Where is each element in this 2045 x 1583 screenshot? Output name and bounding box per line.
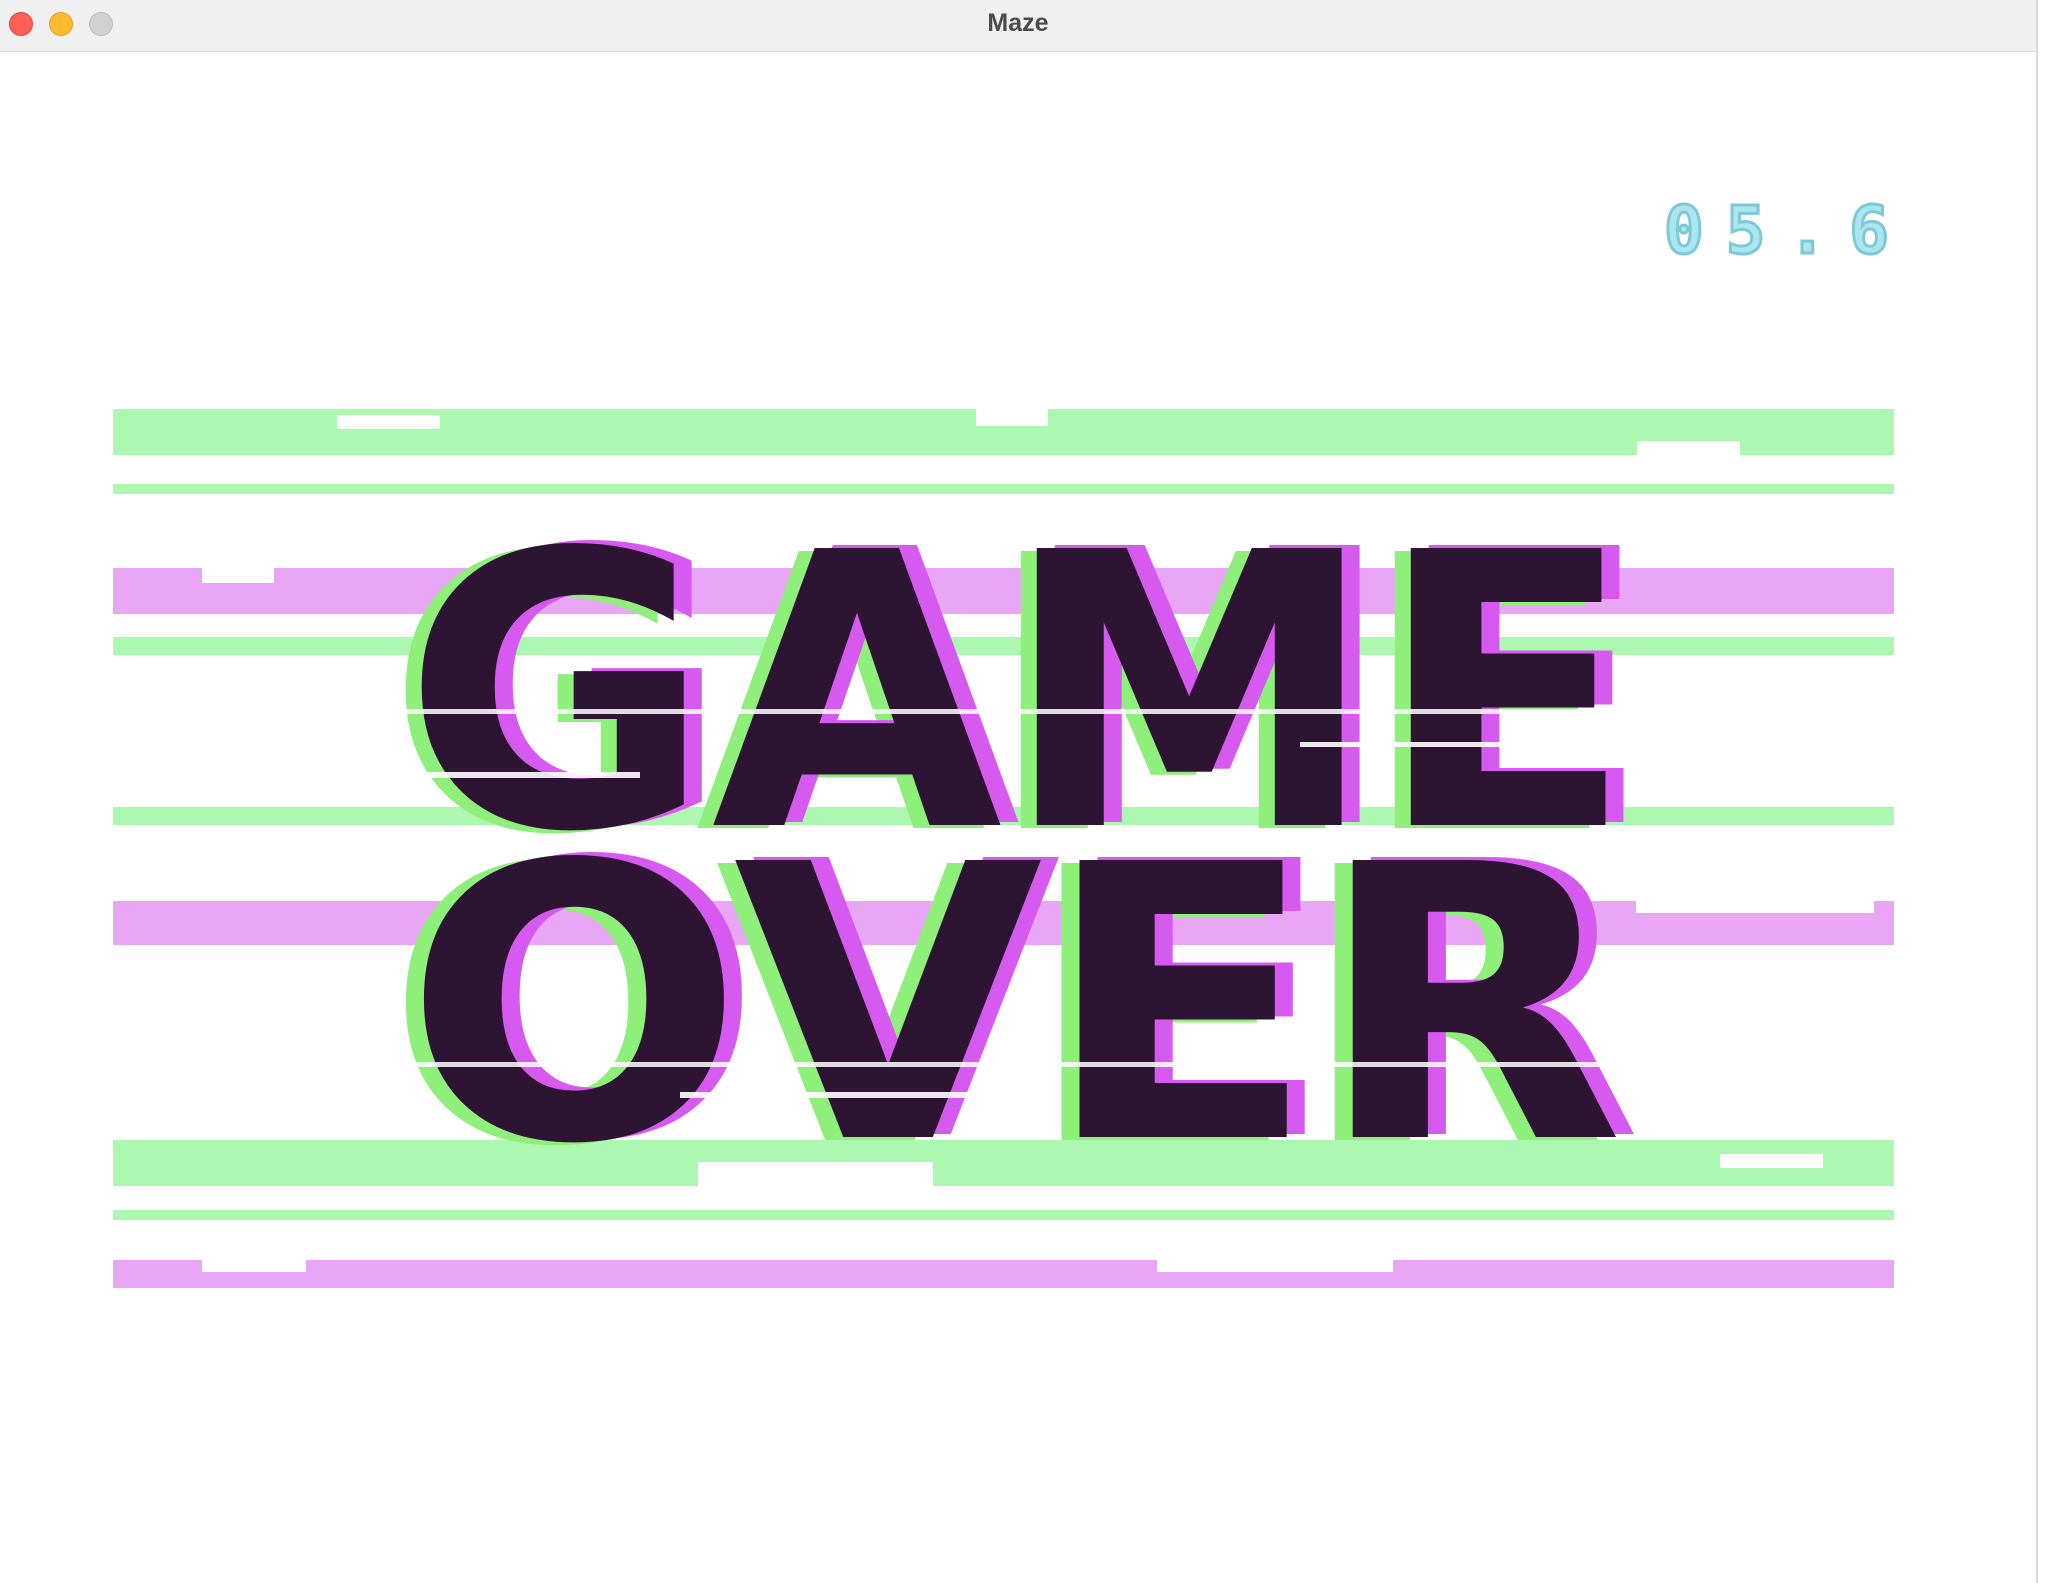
over-text: OVER [404, 784, 1624, 1227]
game-over-line2: OVER OVER OVER [386, 781, 1642, 1230]
title-bar[interactable]: Maze [0, 0, 2036, 52]
game-over-graphic: GAME GAME GAME OVER OVER OVER [113, 409, 1894, 1288]
timer-display: 05.6 [1663, 191, 1911, 271]
window-title: Maze [987, 9, 1049, 37]
game-window: Maze GAME GAME GAME OVER OVER OVER 05.6 [0, 0, 2038, 1583]
game-canvas: GAME GAME GAME OVER OVER OVER 05.6 [0, 52, 2036, 1583]
